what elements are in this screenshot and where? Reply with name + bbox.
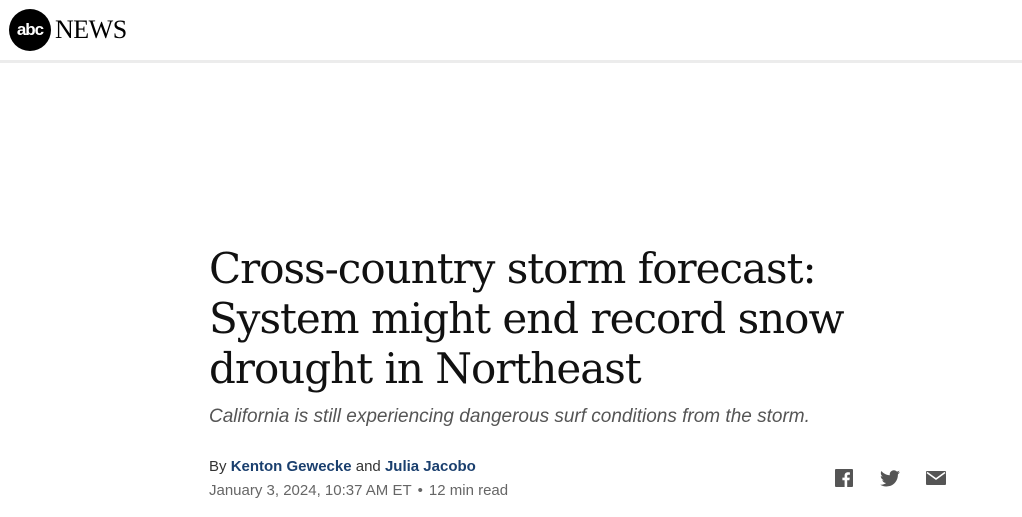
- abc-news-logo[interactable]: abc NEWS: [9, 9, 127, 51]
- dateline-separator: •: [417, 482, 423, 499]
- dateline: January 3, 2024, 10:37 AM ET • 12 min read: [209, 482, 508, 499]
- byline-joiner: and: [355, 458, 381, 475]
- share-toolbar: [834, 468, 946, 488]
- byline-prefix: By: [209, 458, 227, 475]
- email-icon[interactable]: [926, 468, 946, 488]
- article-subheadline: California is still experiencing dangero…: [209, 406, 810, 427]
- read-time: 12 min read: [428, 482, 509, 499]
- header-divider: [0, 60, 1022, 63]
- publish-timestamp: January 3, 2024, 10:37 AM ET: [209, 482, 412, 499]
- article-header: Cross-country storm forecast: System mig…: [209, 244, 969, 428]
- news-wordmark: NEWS: [55, 15, 127, 44]
- abc-logo-mark: abc: [9, 9, 51, 51]
- article-headline: Cross-country storm forecast: System mig…: [209, 244, 844, 393]
- twitter-icon[interactable]: [880, 468, 900, 488]
- byline: By Kenton Gewecke and Julia Jacobo: [209, 458, 476, 475]
- author-link-julia-jacobo[interactable]: Julia Jacobo: [385, 458, 476, 475]
- author-link-kenton-gewecke[interactable]: Kenton Gewecke: [231, 458, 352, 475]
- facebook-icon[interactable]: [834, 468, 854, 488]
- site-header: abc NEWS: [0, 0, 1022, 60]
